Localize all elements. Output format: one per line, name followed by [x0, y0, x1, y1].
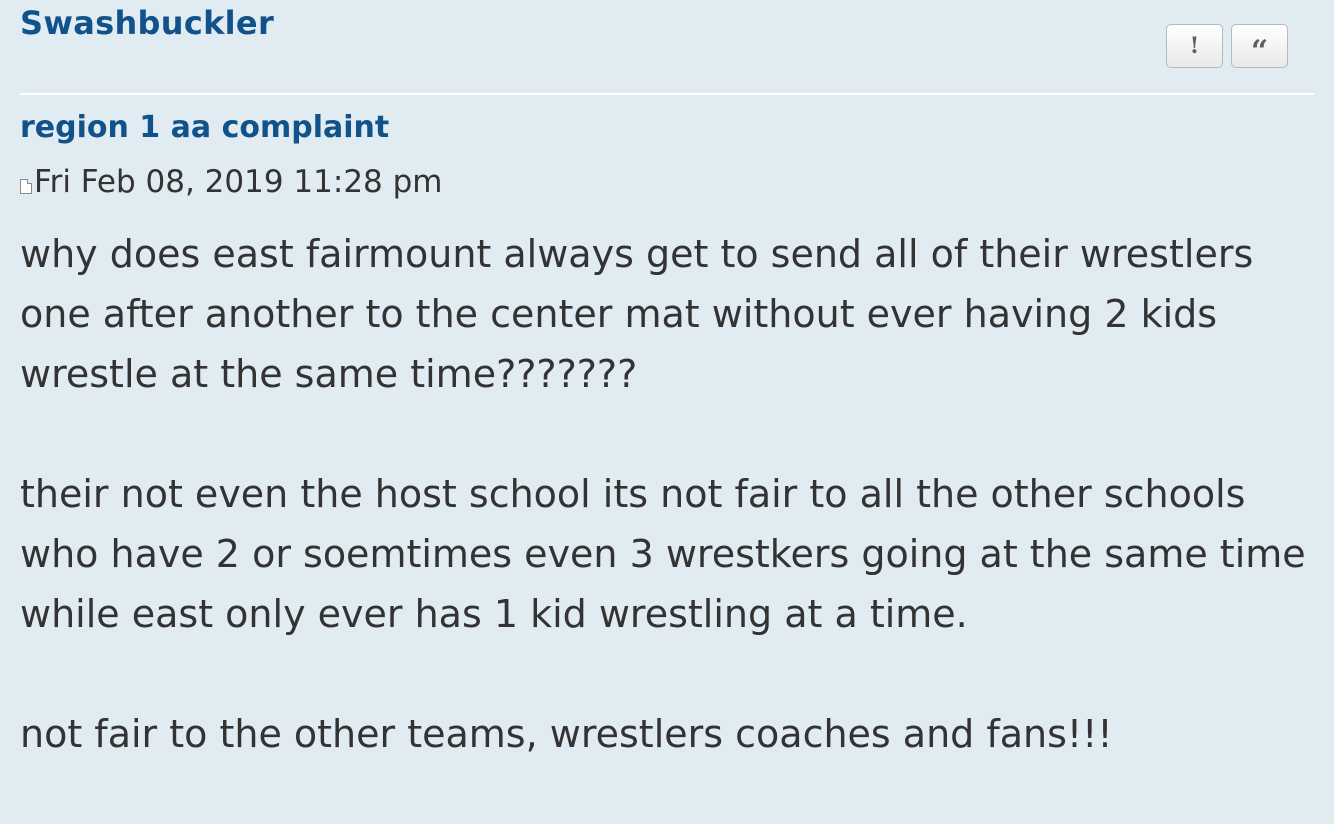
post-author-link[interactable]: Swashbuckler: [20, 4, 274, 42]
header-divider: [20, 93, 1314, 95]
post-file-icon[interactable]: [20, 179, 32, 194]
report-icon: !: [1189, 33, 1200, 59]
post-date: Fri Feb 08, 2019 11:28 pm: [34, 164, 443, 200]
post-paragraph: why does east fairmount always get to se…: [20, 232, 1254, 396]
report-button[interactable]: !: [1166, 24, 1223, 68]
post-buttons: ! “: [1166, 24, 1288, 69]
quote-button[interactable]: “: [1231, 24, 1288, 69]
post-paragraph: their not even the host school its not f…: [20, 472, 1306, 636]
quote-icon: “: [1250, 33, 1269, 69]
post-content: why does east fairmount always get to se…: [20, 224, 1320, 824]
post-paragraph: not fair to the other teams, wrestlers c…: [20, 712, 1113, 756]
post-title-link[interactable]: region 1 aa complaint: [20, 110, 389, 145]
forum-post: Swashbuckler ! “ region 1 aa complaint F…: [0, 0, 1334, 756]
post-meta: Fri Feb 08, 2019 11:28 pm: [20, 164, 443, 200]
